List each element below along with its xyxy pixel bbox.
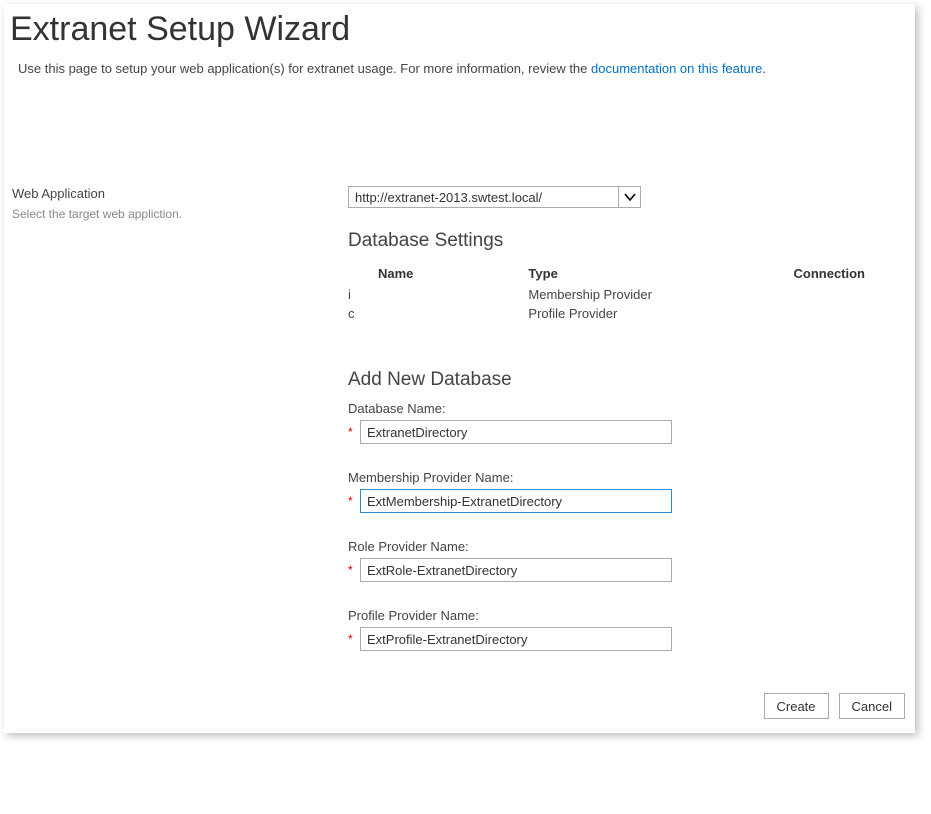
description-text-prefix: Use this page to setup your web applicat… [18, 61, 591, 76]
col-name-header: Name [348, 262, 528, 285]
profile-provider-input[interactable] [360, 627, 672, 651]
table-header-row: Name Type Connection [348, 262, 905, 285]
page-container: Extranet Setup Wizard Use this page to s… [4, 4, 915, 733]
content-area: Web Application Select the target web ap… [4, 80, 915, 659]
cancel-button[interactable]: Cancel [839, 693, 905, 719]
web-application-help: Select the target web appliction. [12, 207, 342, 221]
row-type: Profile Provider [528, 306, 617, 321]
right-column: http://extranet-2013.swtest.local/ Datab… [342, 186, 905, 659]
profile-provider-label: Profile Provider Name: [348, 608, 905, 623]
required-marker: * [348, 563, 360, 577]
membership-provider-input[interactable] [360, 489, 672, 513]
page-title: Extranet Setup Wizard [4, 4, 915, 61]
required-marker: * [348, 425, 360, 439]
database-name-label: Database Name: [348, 401, 905, 416]
row-type: Membership Provider [528, 287, 652, 302]
description-text-suffix: . [762, 61, 766, 76]
col-type-header: Type [528, 262, 615, 285]
table-row: i Membership Provider [348, 285, 905, 304]
col-connection-header: Connection [615, 262, 905, 285]
required-marker: * [348, 494, 360, 508]
membership-provider-label: Membership Provider Name: [348, 470, 905, 485]
documentation-link[interactable]: documentation on this feature [591, 61, 762, 76]
database-settings-table: Name Type Connection i Membership Provid… [348, 262, 905, 323]
required-marker: * [348, 632, 360, 646]
database-name-input[interactable] [360, 420, 672, 444]
web-application-dropdown[interactable]: http://extranet-2013.swtest.local/ [348, 186, 641, 208]
membership-provider-field-block: Membership Provider Name: * [348, 470, 905, 513]
add-new-database-heading: Add New Database [348, 369, 905, 391]
database-settings-heading: Database Settings [348, 230, 905, 252]
page-description: Use this page to setup your web applicat… [4, 61, 915, 80]
role-provider-field-block: Role Provider Name: * [348, 539, 905, 582]
row-prefix: c [348, 306, 355, 321]
left-column: Web Application Select the target web ap… [12, 186, 342, 659]
web-application-label: Web Application [12, 186, 342, 201]
role-provider-label: Role Provider Name: [348, 539, 905, 554]
create-button[interactable]: Create [764, 693, 829, 719]
web-application-selected: http://extranet-2013.swtest.local/ [349, 188, 618, 207]
database-name-field-block: Database Name: * [348, 401, 905, 444]
profile-provider-field-block: Profile Provider Name: * [348, 608, 905, 651]
role-provider-input[interactable] [360, 558, 672, 582]
row-prefix: i [348, 287, 351, 302]
chevron-down-icon [618, 187, 640, 207]
button-row: Create Cancel [4, 659, 915, 719]
table-row: c Profile Provider [348, 304, 905, 323]
